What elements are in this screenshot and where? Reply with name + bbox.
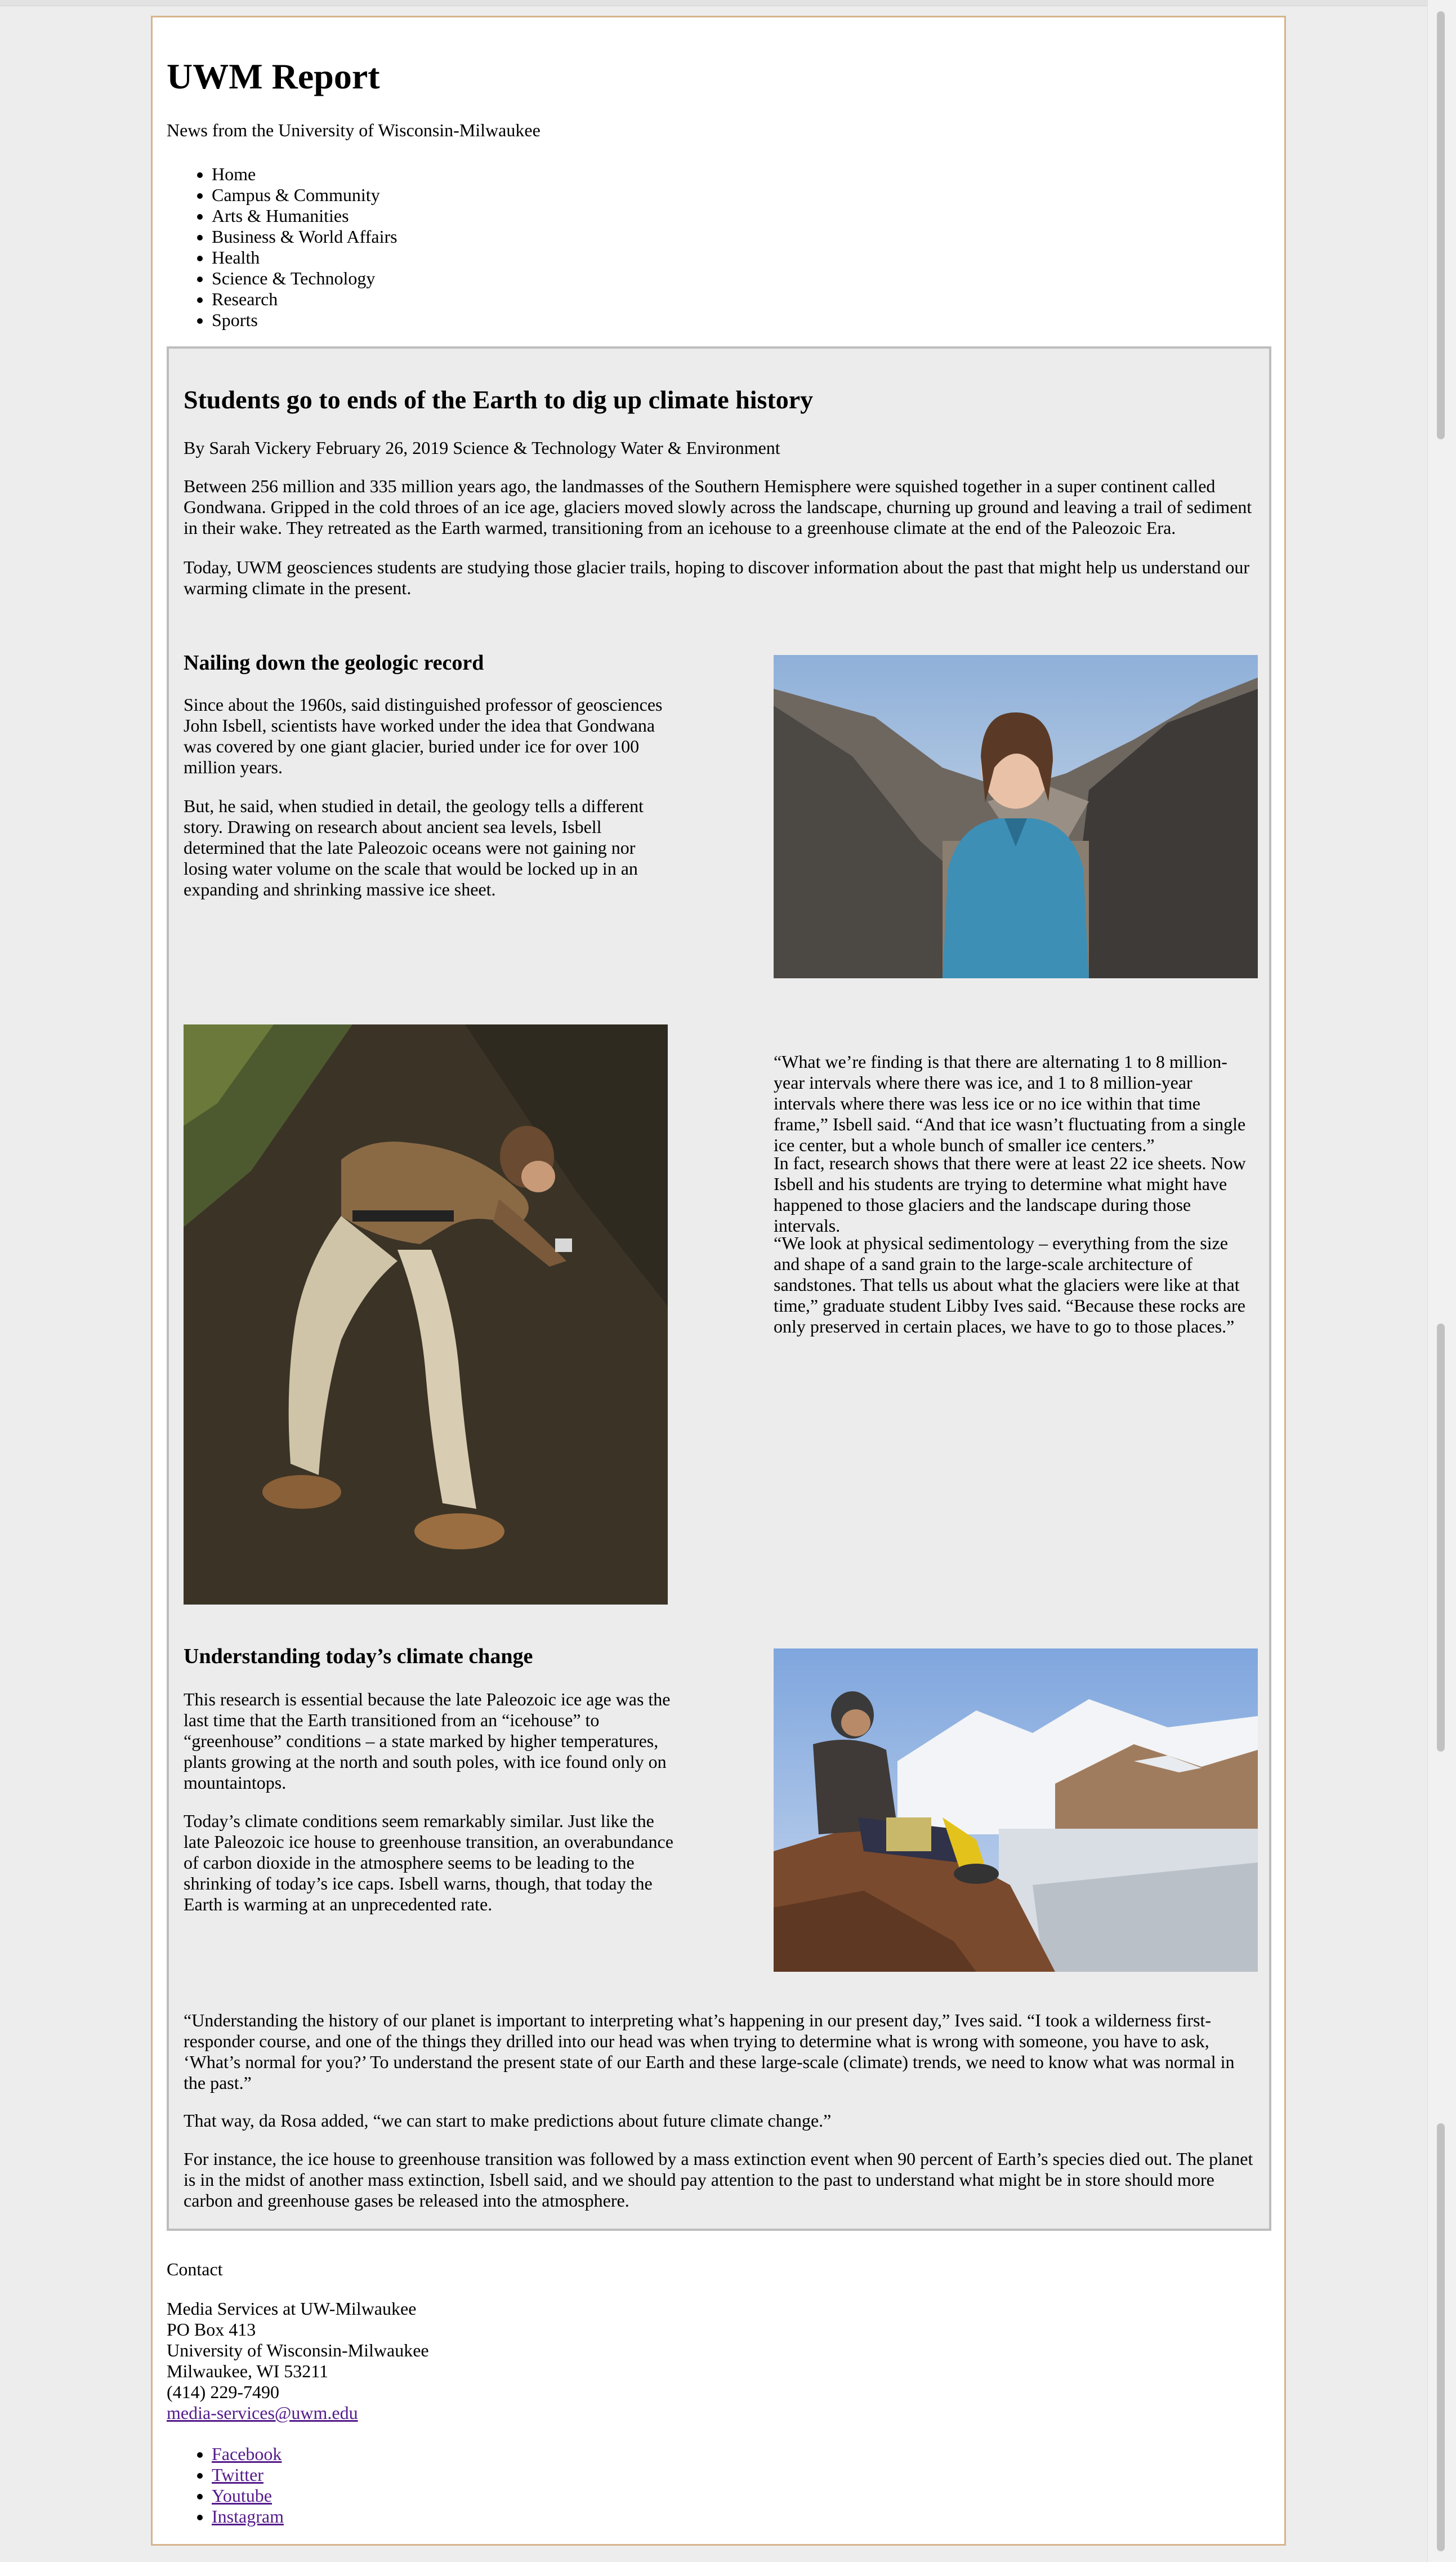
closing-paragraph-1: “Understanding the history of our planet… xyxy=(184,2010,1235,2093)
nav-item-research[interactable]: Research xyxy=(212,289,398,310)
browser-top-edge xyxy=(0,0,1456,6)
nav-item-health[interactable]: Health xyxy=(212,247,398,268)
nav-item-home[interactable]: Home xyxy=(212,164,398,185)
social-link-instagram[interactable]: Instagram xyxy=(212,2506,284,2527)
page-container: UWM Report News from the University of W… xyxy=(151,16,1286,2546)
photo-geologist-on-slope xyxy=(184,1024,668,1605)
footer-pobox: PO Box 413 xyxy=(167,2319,256,2340)
quote-paragraph-3: “We look at physical sedimentology – eve… xyxy=(774,1233,1245,1336)
social-link-twitter[interactable]: Twitter xyxy=(212,2465,263,2485)
footer-email-link[interactable]: media-services@uwm.edu xyxy=(167,2403,358,2423)
section-heading-geologic-record: Nailing down the geologic record xyxy=(184,651,484,675)
article-headline: Students go to ends of the Earth to dig … xyxy=(184,385,814,414)
scrollbar-thumb-top[interactable] xyxy=(1437,11,1445,439)
closing-paragraph-3: For instance, the ice house to greenhous… xyxy=(184,2149,1253,2211)
section1-paragraph-2: But, he said, when studied in detail, th… xyxy=(184,796,644,899)
social-links: Facebook Twitter Youtube Instagram xyxy=(167,2444,284,2527)
photo-student-sitting-on-rock xyxy=(774,1648,1258,1972)
footer-university: University of Wisconsin-Milwaukee xyxy=(167,2340,429,2360)
section2-paragraph-1: This research is essential because the l… xyxy=(184,1689,671,1793)
page-scrollbar[interactable] xyxy=(1427,0,1456,2562)
section-heading-climate-change: Understanding today’s climate change xyxy=(184,1645,533,1668)
intro-paragraph-2: Today, UWM geosciences students are stud… xyxy=(184,557,1250,598)
closing-paragraph-2: That way, da Rosa added, “we can start t… xyxy=(184,2110,832,2131)
social-link-youtube[interactable]: Youtube xyxy=(212,2485,272,2506)
footer-phone: (414) 229-7490 xyxy=(167,2382,279,2402)
quote-paragraph-1: “What we’re finding is that there are al… xyxy=(774,1051,1246,1155)
site-tagline: News from the University of Wisconsin-Mi… xyxy=(167,120,541,140)
nav-item-business-world-affairs[interactable]: Business & World Affairs xyxy=(212,226,398,247)
nav-item-sports[interactable]: Sports xyxy=(212,310,398,331)
article-byline: By Sarah Vickery February 26, 2019 Scien… xyxy=(184,438,780,458)
nav-item-science-technology[interactable]: Science & Technology xyxy=(212,268,398,289)
intro-paragraph-1: Between 256 million and 335 million year… xyxy=(184,476,1252,538)
social-link-facebook[interactable]: Facebook xyxy=(212,2444,282,2464)
article: Students go to ends of the Earth to dig … xyxy=(167,346,1271,2231)
quote-paragraph-2: In fact, research shows that there were … xyxy=(774,1153,1246,1236)
site-title[interactable]: UWM Report xyxy=(167,56,380,97)
footer-address: Media Services at UW-Milwaukee PO Box 41… xyxy=(167,2298,429,2423)
scrollbar-thumb-middle[interactable] xyxy=(1437,1324,1445,1752)
footer-city: Milwaukee, WI 53211 xyxy=(167,2361,329,2381)
scrollbar-thumb-bottom[interactable] xyxy=(1437,2123,1445,2551)
footer-org: Media Services at UW-Milwaukee xyxy=(167,2298,417,2319)
photo-student-in-mountains xyxy=(774,655,1258,978)
section1-paragraph-1: Since about the 1960s, said distinguishe… xyxy=(184,694,663,777)
footer-contact-label: Contact xyxy=(167,2259,223,2279)
nav-item-campus-community[interactable]: Campus & Community xyxy=(212,185,398,206)
section2-paragraph-2: Today’s climate conditions seem remarkab… xyxy=(184,1811,673,1914)
nav-item-arts-humanities[interactable]: Arts & Humanities xyxy=(212,206,398,226)
main-nav: Home Campus & Community Arts & Humanitie… xyxy=(167,164,398,331)
